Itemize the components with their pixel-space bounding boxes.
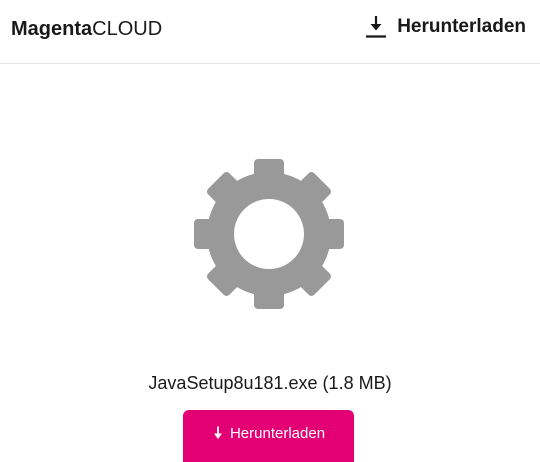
gear-icon <box>194 159 344 309</box>
header-download-label: Herunterladen <box>397 16 526 37</box>
logo-bold-text: Magenta <box>11 18 93 40</box>
download-button[interactable]: Herunterladen <box>183 410 354 462</box>
header-download-button[interactable]: Herunterladen <box>365 14 526 40</box>
top-bar: MagentaCLOUD Herunterladen <box>0 0 540 64</box>
download-button-label: Herunterladen <box>229 425 326 442</box>
download-icon <box>366 16 387 38</box>
arrow-down-icon <box>213 426 222 439</box>
file-name-label: JavaSetup8u181.exe (1.8 MB) <box>148 373 392 393</box>
magentacloud-logo[interactable]: MagentaCLOUD <box>11 17 162 41</box>
logo-light-text: CLOUD <box>92 18 163 40</box>
